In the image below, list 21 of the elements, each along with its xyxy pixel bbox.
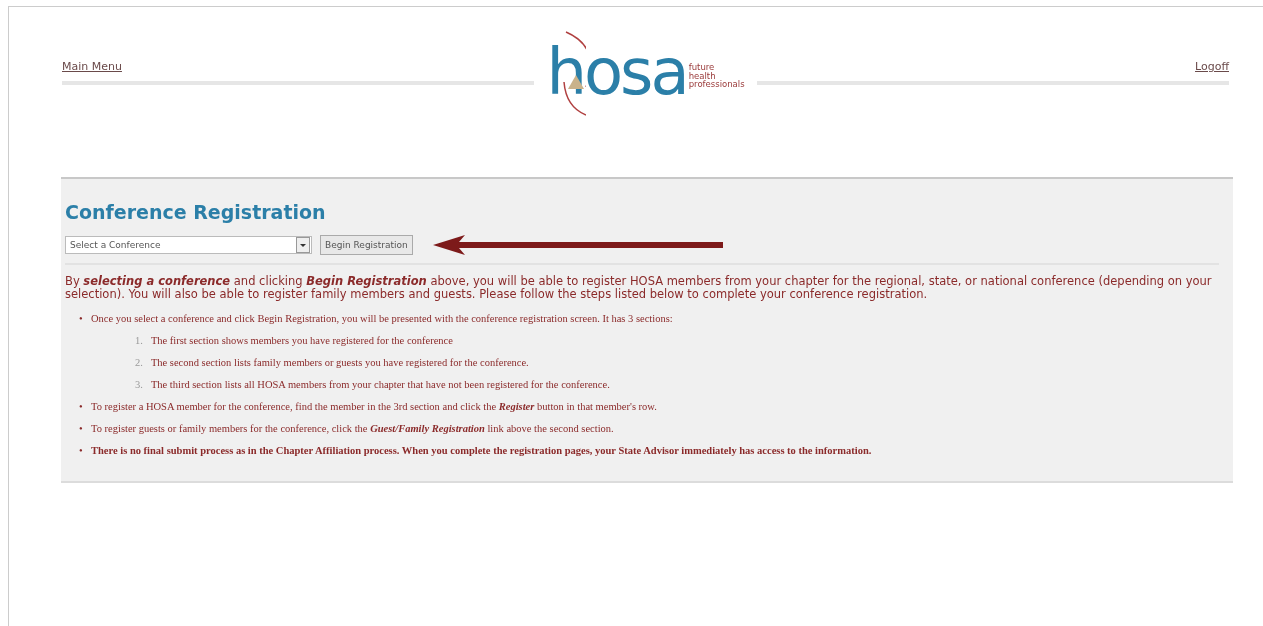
logoff-link[interactable]: Logoff (1195, 59, 1229, 73)
step-text: The first section shows members you have registered for the conference (150, 335, 453, 346)
main-menu-link[interactable]: Main Menu (62, 59, 535, 73)
step-text: The second section lists family members or guests you have registered for the conference. (150, 357, 529, 368)
bullet: • (79, 423, 84, 434)
note-text: There is no final submit process as in the Chapter Affiliation process. When you complete the registration pages, your State Advisor immediately has access to the information. (91, 445, 872, 456)
step-text: The third section lists all HOSA members from your chapter that have not been registered for the conference. (150, 379, 610, 390)
bullet: • (79, 445, 84, 456)
conference-select[interactable]: Select a Conference (65, 236, 312, 254)
begin-registration-button[interactable]: Begin Registration (320, 235, 413, 255)
step-number: 1. (135, 335, 143, 346)
bullet: • (79, 313, 84, 324)
bullet: • (79, 401, 84, 412)
intro-text: By selecting a conference and clicking Begin Registration above, you will be able to register HOSA members from your chapter for the regional, state, or national conference (depending on your selection). You will also be able to register family members and guests. Please follow the steps listed below to complete your conference registration. (65, 275, 1213, 301)
step-text: To register guests or family members for the conference, click the Guest/Family Registration link above the second section. (91, 423, 614, 434)
step-number: 3. (135, 379, 143, 390)
step-number: 2. (135, 357, 143, 368)
page-title: Conference Registration (65, 201, 327, 223)
step-text: To register a HOSA member for the conference, find the member in the 3rd section and click the Register button in that member's row. (91, 401, 657, 412)
step-text: Once you select a conference and click Begin Registration, you will be presented with the conference registration screen. It has 3 sections: (91, 313, 673, 324)
dropdown-icon (296, 237, 310, 253)
